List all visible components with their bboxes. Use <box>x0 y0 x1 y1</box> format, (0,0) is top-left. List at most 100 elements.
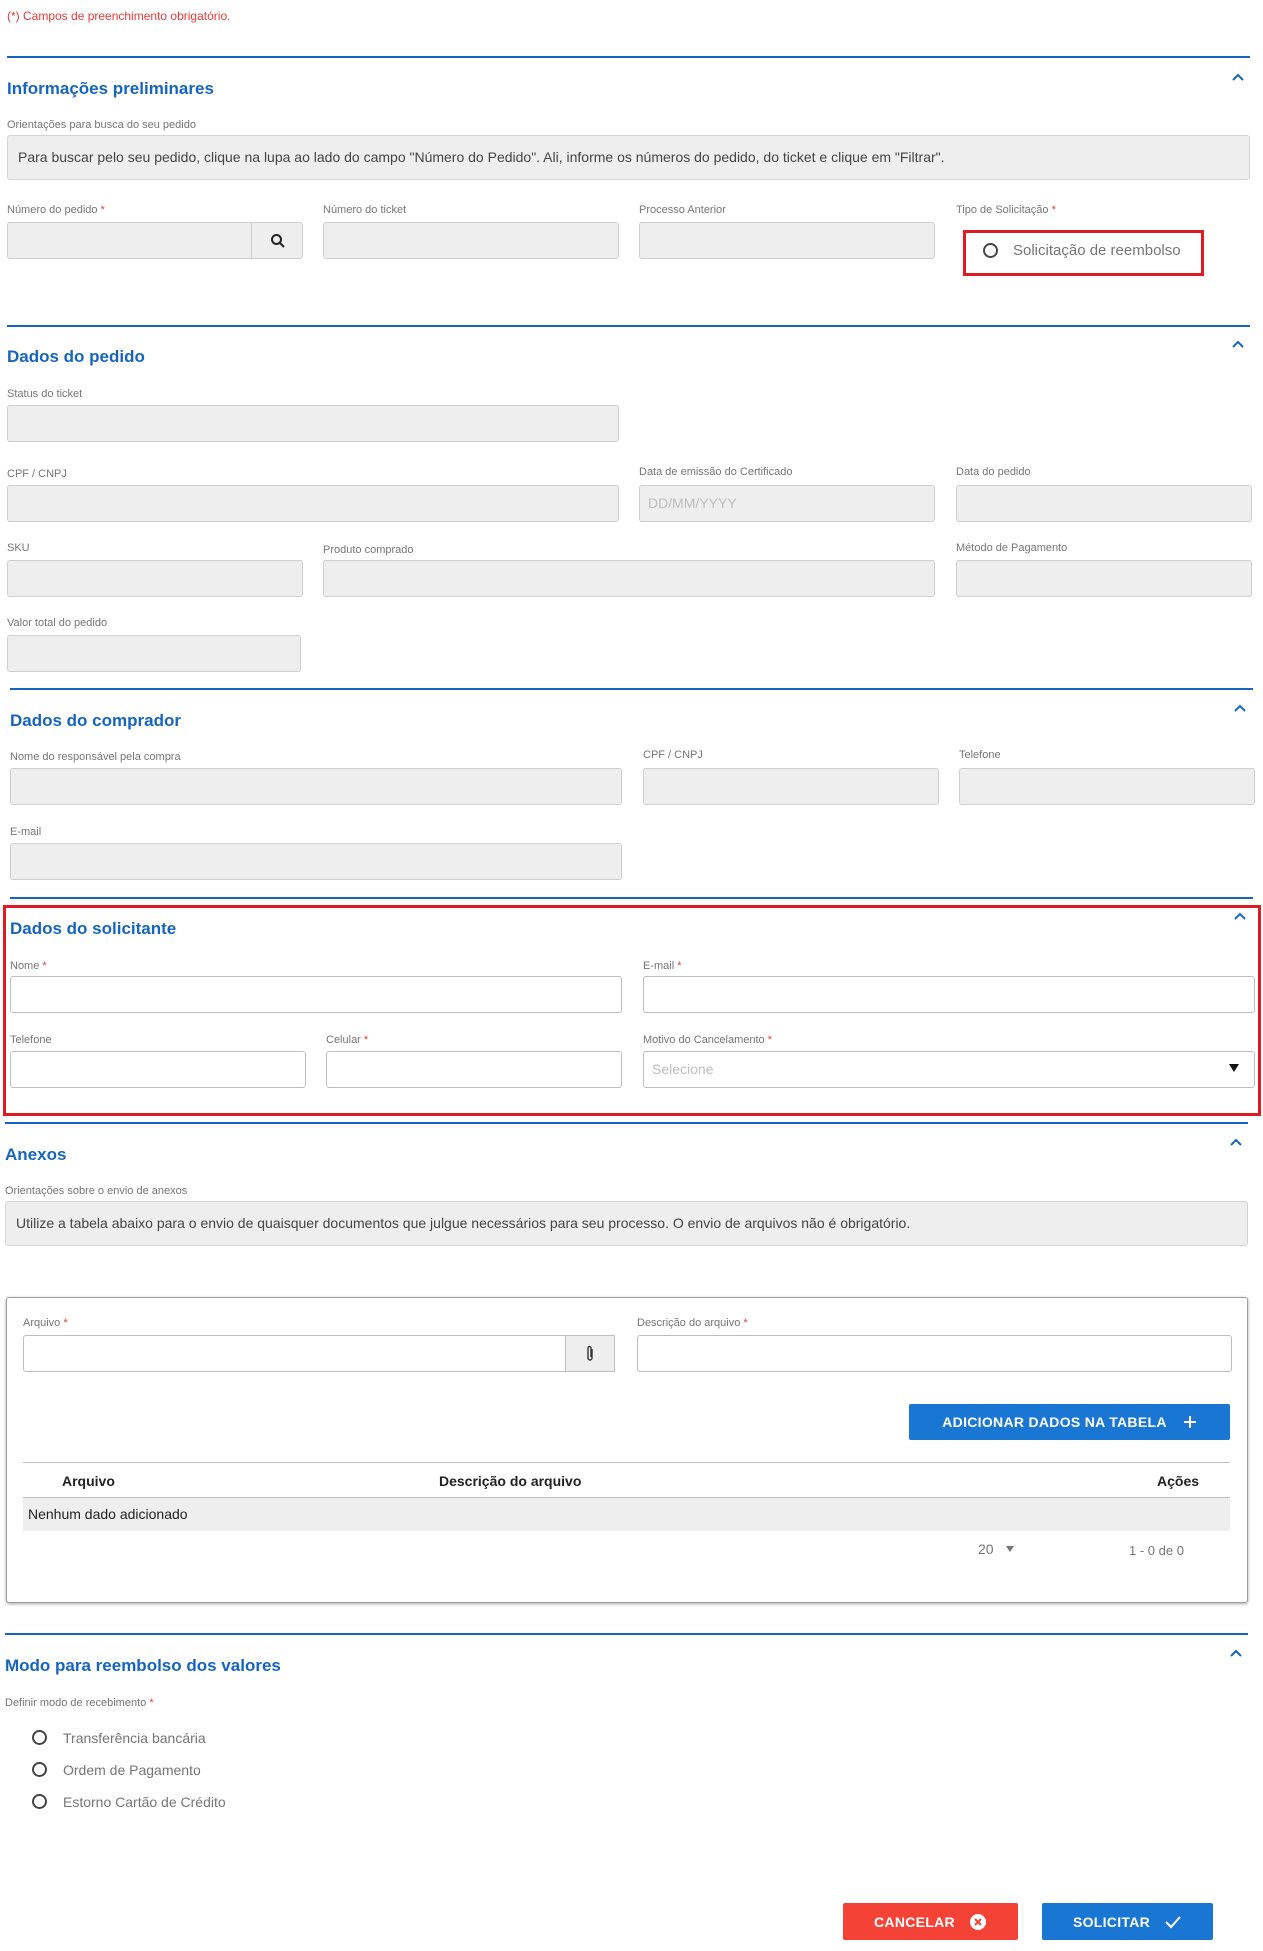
ticket-status-field <box>7 405 619 442</box>
previous-process-label: Processo Anterior <box>639 204 726 216</box>
product-label: Produto comprado <box>323 544 414 556</box>
buyer-phone-label: Telefone <box>959 749 1001 761</box>
previous-process-input[interactable] <box>639 222 935 259</box>
file-label: Arquivo * <box>23 1317 68 1329</box>
buyer-name-field <box>10 768 622 805</box>
chevron-up-icon[interactable] <box>1233 701 1247 715</box>
add-to-table-label: ADICIONAR DADOS NA TABELA <box>942 1414 1167 1430</box>
file-description-label: Descrição do arquivo * <box>637 1317 748 1329</box>
cert-date-field: DD/MM/YYYY <box>639 485 935 522</box>
radio-bank-transfer-label[interactable]: Transferência bancária <box>63 1730 206 1746</box>
column-header-file: Arquivo <box>62 1473 115 1489</box>
order-cpf-field <box>7 485 619 522</box>
column-header-actions: Ações <box>1157 1473 1200 1489</box>
radio-card-reversal-label[interactable]: Estorno Cartão de Crédito <box>63 1794 226 1810</box>
file-description-input[interactable] <box>637 1335 1232 1372</box>
section-title-buyer: Dados do comprador <box>10 711 181 730</box>
table-top-divider <box>23 1462 1230 1463</box>
cancel-button[interactable]: CANCELAR <box>843 1903 1018 1940</box>
pagination-info: 1 - 0 de 0 <box>1129 1543 1184 1558</box>
buyer-name-label: Nome do responsável pela compra <box>10 751 181 763</box>
order-total-field <box>7 635 301 672</box>
check-icon <box>1165 1915 1181 1928</box>
buyer-email-field <box>10 843 622 880</box>
order-total-label: Valor total do pedido <box>7 617 108 629</box>
radio-card-reversal[interactable] <box>32 1794 47 1809</box>
required-fields-note: (*) Campos de preenchimento obrigatório. <box>7 9 231 23</box>
section-divider <box>7 56 1250 58</box>
attach-file-button[interactable] <box>565 1335 615 1372</box>
paperclip-icon <box>587 1345 593 1361</box>
chevron-up-icon[interactable] <box>1233 909 1247 923</box>
product-field <box>323 560 935 597</box>
guidance-box: Para buscar pelo seu pedido, clique na l… <box>7 135 1250 180</box>
attachments-guidance-box: Utilize a tabela abaixo para o envio de … <box>5 1201 1248 1246</box>
ticket-number-label: Número do ticket <box>323 204 407 216</box>
order-date-label: Data do pedido <box>956 466 1031 478</box>
section-title-prelim: Informações preliminares <box>7 79 214 98</box>
requester-phone-label: Telefone <box>10 1034 52 1046</box>
payment-method-label: Método de Pagamento <box>956 542 1068 554</box>
section-divider <box>10 897 1253 899</box>
requester-mobile-label: Celular * <box>326 1034 369 1046</box>
reason-label: Motivo do Cancelamento * <box>643 1034 773 1046</box>
column-header-description: Descrição do arquivo <box>439 1473 582 1489</box>
requester-phone-input[interactable] <box>10 1051 306 1088</box>
close-circle-icon <box>969 1913 986 1930</box>
guidance-text: Para buscar pelo seu pedido, clique na l… <box>18 149 945 165</box>
empty-table-text: Nenhum dado adicionado <box>28 1506 188 1522</box>
refund-mode-label: Definir modo de recebimento * <box>5 1697 154 1709</box>
attachments-guidance-text: Utilize a tabela abaixo para o envio de … <box>16 1215 911 1231</box>
sku-label: SKU <box>7 542 30 554</box>
requester-email-input[interactable] <box>643 976 1255 1013</box>
page-size-select[interactable]: 20 <box>978 1541 994 1557</box>
radio-reembolso[interactable] <box>983 243 998 258</box>
request-type-label: Tipo de Solicitação * <box>956 204 1056 216</box>
section-divider <box>10 688 1253 690</box>
radio-payment-order-label[interactable]: Ordem de Pagamento <box>63 1762 201 1778</box>
ticket-number-input[interactable] <box>323 222 619 259</box>
dropdown-arrow-icon[interactable] <box>1228 1063 1240 1073</box>
search-button[interactable] <box>251 222 303 259</box>
chevron-up-icon[interactable] <box>1231 337 1245 351</box>
reason-select[interactable]: Selecione <box>643 1051 1255 1088</box>
requester-name-input[interactable] <box>10 976 622 1013</box>
chevron-up-icon[interactable] <box>1229 1135 1243 1149</box>
guidance-label: Orientações para busca do seu pedido <box>7 119 196 131</box>
reason-select-placeholder: Selecione <box>652 1061 714 1077</box>
section-title-requester: Dados do solicitante <box>10 919 177 938</box>
submit-button[interactable]: SOLICITAR <box>1042 1903 1213 1940</box>
order-number-label: Número do pedido * <box>7 204 105 216</box>
payment-method-field <box>956 560 1252 597</box>
attachments-guidance-label: Orientações sobre o envio de anexos <box>5 1185 188 1197</box>
requester-mobile-input[interactable] <box>326 1051 622 1088</box>
section-title-order: Dados do pedido <box>7 347 145 366</box>
section-divider <box>7 325 1250 327</box>
requester-email-label: E-mail * <box>643 960 682 972</box>
radio-payment-order[interactable] <box>32 1762 47 1777</box>
page-size-dropdown-icon[interactable] <box>1006 1546 1014 1552</box>
chevron-up-icon[interactable] <box>1231 70 1245 84</box>
buyer-cpf-label: CPF / CNPJ <box>643 749 703 761</box>
submit-button-label: SOLICITAR <box>1072 1913 1151 1930</box>
order-cpf-label: CPF / CNPJ <box>7 468 67 480</box>
buyer-cpf-field <box>643 768 939 805</box>
cancel-button-label: CANCELAR <box>874 1913 955 1930</box>
section-title-refund: Modo para reembolso dos valores <box>5 1656 281 1675</box>
section-divider <box>5 1122 1248 1124</box>
order-date-field <box>956 485 1252 522</box>
chevron-up-icon[interactable] <box>1229 1646 1243 1660</box>
file-input[interactable] <box>23 1335 615 1372</box>
buyer-phone-field <box>959 768 1255 805</box>
add-to-table-button[interactable]: ADICIONAR DADOS NA TABELA <box>909 1404 1230 1440</box>
plus-icon <box>1183 1416 1196 1428</box>
ticket-status-label: Status do ticket <box>7 388 83 400</box>
cert-date-label: Data de emissão do Certificado <box>639 466 793 478</box>
search-icon <box>270 233 285 248</box>
section-title-attachments: Anexos <box>5 1145 67 1164</box>
radio-bank-transfer[interactable] <box>32 1730 47 1745</box>
sku-field <box>7 560 303 597</box>
requester-name-label: Nome * <box>10 960 47 972</box>
radio-reembolso-label[interactable]: Solicitação de reembolso <box>1013 242 1181 259</box>
buyer-email-label: E-mail <box>10 826 42 838</box>
